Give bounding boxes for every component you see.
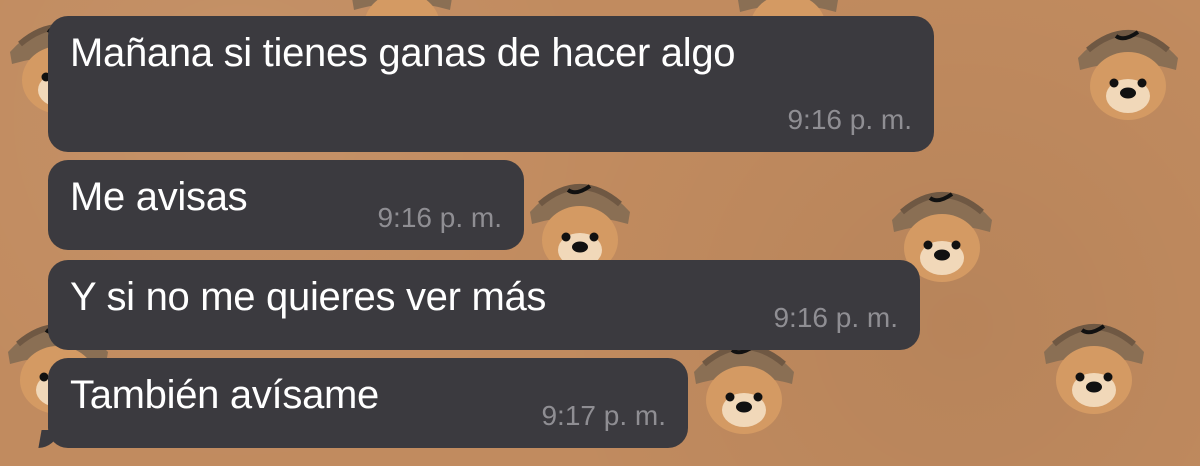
message-text: Me avisas bbox=[70, 175, 248, 219]
message-time: 9:16 p. m. bbox=[377, 202, 502, 233]
message-text: Y si no me quieres ver más bbox=[70, 275, 547, 319]
message-time: 9:16 p. m. bbox=[773, 302, 898, 333]
message-bubble[interactable]: Me avisas 9:16 p. m. bbox=[48, 160, 524, 250]
message-text: Mañana si tienes ganas de hacer algo bbox=[70, 31, 736, 75]
message-time: 9:17 p. m. bbox=[541, 400, 666, 431]
message-bubble[interactable]: Mañana si tienes ganas de hacer algo 9:1… bbox=[48, 16, 934, 152]
message-bubble[interactable]: Y si no me quieres ver más 9:16 p. m. bbox=[48, 260, 920, 350]
message-time: 9:16 p. m. bbox=[787, 104, 912, 135]
message-text: También avísame bbox=[70, 373, 379, 417]
bucket-hat-dog-icon bbox=[1058, 0, 1198, 128]
bucket-hat-dog-icon bbox=[1024, 292, 1164, 422]
message-bubble[interactable]: También avísame 9:17 p. m. bbox=[38, 358, 688, 448]
